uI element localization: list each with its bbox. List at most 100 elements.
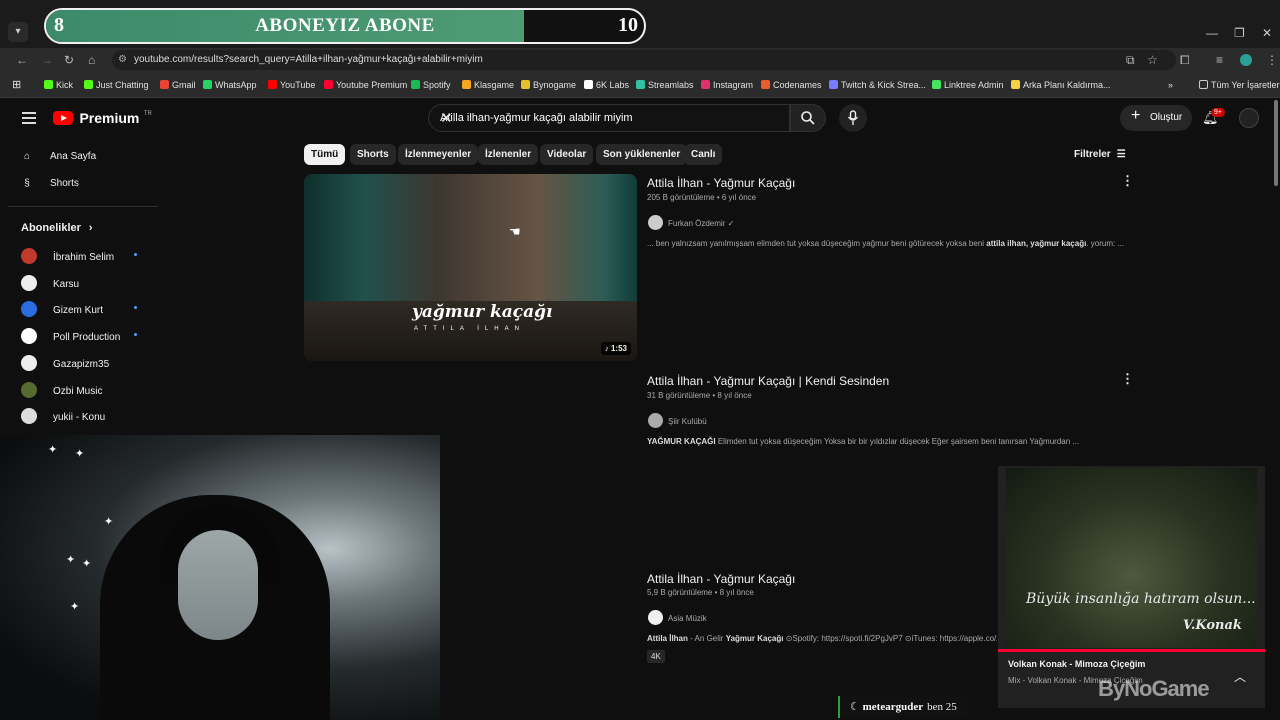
page-scrollbar[interactable]	[1274, 100, 1278, 186]
close-window-icon[interactable]: ✕	[1262, 26, 1272, 40]
video-meta: 5,9 B görüntüleme • 8 yıl önce	[647, 588, 754, 597]
filter-chip[interactable]: Tümü	[304, 144, 346, 165]
hamburger-menu-icon[interactable]	[22, 112, 36, 127]
bookmark-item[interactable]: WhatsApp	[203, 80, 257, 90]
miniplayer-progress-bar[interactable]	[998, 649, 1265, 652]
bookmark-favicon-icon	[324, 80, 333, 89]
bookmark-favicon-icon	[44, 80, 53, 89]
bookmark-item[interactable]: Klasgame	[462, 80, 514, 90]
more-actions-icon[interactable]: ⋮	[1121, 173, 1134, 189]
back-icon[interactable]: ←	[16, 53, 28, 67]
bookmark-item[interactable]: Streamlabs	[636, 80, 694, 90]
media-icon[interactable]: ≡	[1216, 53, 1223, 67]
video-snippet: ... ben yalnızsam yanılmışsam elimden tu…	[647, 239, 1125, 248]
more-actions-icon[interactable]: ⋮	[1121, 371, 1134, 387]
bookmarks-overflow-icon[interactable]: »	[1168, 80, 1173, 90]
bookmark-item[interactable]: Twitch & Kick Strea...	[829, 80, 926, 90]
bookmark-item[interactable]: Kick	[44, 80, 73, 90]
subscription-item[interactable]: İbrahim Selim	[21, 248, 114, 264]
chat-message: ☾ metearguder ben 25	[838, 696, 967, 718]
channel-avatar	[21, 381, 37, 398]
subscription-item[interactable]: Gazapizm35	[21, 354, 109, 371]
channel-avatar	[21, 248, 37, 264]
chevron-up-icon[interactable]: ︿	[1234, 668, 1246, 685]
subscription-item[interactable]: Karsu	[21, 274, 79, 291]
filter-chip[interactable]: Videolar	[540, 144, 594, 165]
miniplayer-quote: Büyük insanlığa hatıram olsun...	[1026, 591, 1256, 607]
sidebar-divider	[8, 206, 158, 207]
sidebar-item-shorts[interactable]: § Shorts	[20, 178, 79, 189]
install-app-icon[interactable]: ⧉	[1126, 53, 1135, 68]
channel-avatar	[648, 413, 663, 428]
channel-link[interactable]: Şiir Kulübü	[648, 413, 707, 428]
bookmark-favicon-icon	[701, 80, 710, 89]
minimize-icon[interactable]: —	[1206, 26, 1218, 40]
sidebar-item-home[interactable]: ⌂ Ana Sayfa	[20, 151, 96, 162]
miniplayer-signature: V.Konak	[1183, 618, 1242, 633]
bookmark-favicon-icon	[411, 80, 420, 89]
filter-chip[interactable]: Canlı	[684, 144, 723, 165]
star-light-icon: ✦	[70, 601, 80, 613]
bookmark-item[interactable]: Instagram	[701, 80, 753, 90]
filter-chip[interactable]: İzlenmeyenler	[398, 144, 479, 165]
bookmark-item[interactable]: 6K Labs	[584, 80, 629, 90]
channel-avatar	[21, 354, 37, 371]
bookmark-favicon-icon	[203, 80, 212, 89]
bookmark-favicon-icon	[932, 80, 941, 89]
restore-icon[interactable]: ❐	[1234, 26, 1245, 40]
all-bookmarks-folder[interactable]: Tüm Yer İşaretleri	[1199, 80, 1280, 90]
goal-target-count: 10	[618, 14, 638, 36]
bookmark-item[interactable]: Bynogame	[521, 80, 576, 90]
voice-search-button[interactable]	[839, 104, 867, 132]
search-input[interactable]: Atilla ilhan-yağmur kaçağı alabilir miyi…	[428, 104, 790, 132]
subscriptions-header[interactable]: Abonelikler ›	[21, 222, 93, 234]
new-content-dot	[134, 306, 137, 310]
search-button[interactable]	[790, 104, 826, 132]
extensions-icon[interactable]: ⧠	[1180, 53, 1190, 68]
account-avatar[interactable]	[1239, 108, 1259, 128]
channel-avatar	[21, 301, 37, 318]
bookmark-item[interactable]: Linktree Admin	[932, 80, 1004, 90]
video-meta: 205 B görüntüleme • 6 yıl önce	[647, 193, 757, 202]
home-button-icon[interactable]: ⌂	[88, 53, 95, 67]
filter-chip[interactable]: İzlenenler	[478, 144, 539, 165]
bookmark-item[interactable]: YouTube	[268, 80, 315, 90]
video-title[interactable]: Attila İlhan - Yağmur Kaçağı | Kendi Ses…	[647, 374, 889, 388]
video-title[interactable]: Attila İlhan - Yağmur Kaçağı	[647, 176, 795, 190]
star-light-icon: ✦	[48, 444, 58, 456]
clear-search-icon[interactable]: ✕	[440, 109, 781, 127]
bookmark-star-icon[interactable]: ☆	[1147, 53, 1158, 67]
address-bar[interactable]: ⚙ youtube.com/results?search_query=Atill…	[112, 50, 1176, 70]
browser-menu-icon[interactable]: ⋮	[1266, 53, 1278, 67]
filters-button[interactable]: Filtreler ☰	[1074, 149, 1126, 160]
tab-list-dropdown[interactable]: ▾	[8, 22, 28, 42]
bookmark-item[interactable]: Youtube Premium	[324, 80, 407, 90]
youtube-premium-logo[interactable]: Premium TR	[53, 110, 152, 128]
bookmark-item[interactable]: Codenames	[761, 80, 822, 90]
apps-icon[interactable]: ⊞	[12, 78, 21, 91]
channel-avatar	[21, 274, 37, 291]
bookmark-item[interactable]: Arka Planı Kaldırma...	[1011, 80, 1111, 90]
video-title[interactable]: Attila İlhan - Yağmur Kaçağı	[647, 572, 795, 586]
notification-count-badge: 9+	[1211, 108, 1225, 117]
subscription-item[interactable]: Poll Production	[21, 328, 120, 345]
filter-chip[interactable]: Shorts	[350, 144, 396, 165]
bookmark-item[interactable]: Spotify	[411, 80, 451, 90]
site-info-icon[interactable]: ⚙	[118, 54, 127, 65]
forward-icon[interactable]: →	[41, 53, 53, 67]
subscription-item[interactable]: Ozbi Music	[21, 381, 102, 398]
bynogame-watermark: ByNoGame	[1098, 676, 1210, 701]
create-button[interactable]: + Oluştur	[1120, 105, 1192, 131]
channel-link[interactable]: Asia Müzik	[648, 610, 707, 625]
video-thumbnail[interactable]: yağmur kaçağı ATTILA İLHAN ♪ 1:53	[304, 174, 637, 361]
subscription-item[interactable]: Gizem Kurt	[21, 301, 103, 318]
reload-icon[interactable]: ↻	[64, 53, 74, 67]
filter-chip[interactable]: Son yüklenenler	[596, 144, 688, 165]
channel-link[interactable]: Furkan Özdemir ✓	[648, 215, 734, 230]
miniplayer[interactable]: Büyük insanlığa hatıram olsun... V.Konak…	[998, 466, 1265, 708]
profile-icon[interactable]	[1240, 54, 1252, 66]
search-icon	[801, 111, 815, 125]
subscription-item[interactable]: yukii - Konu	[21, 408, 105, 425]
bookmark-item[interactable]: Gmail	[160, 80, 196, 90]
bookmark-item[interactable]: Just Chatting	[84, 80, 149, 90]
